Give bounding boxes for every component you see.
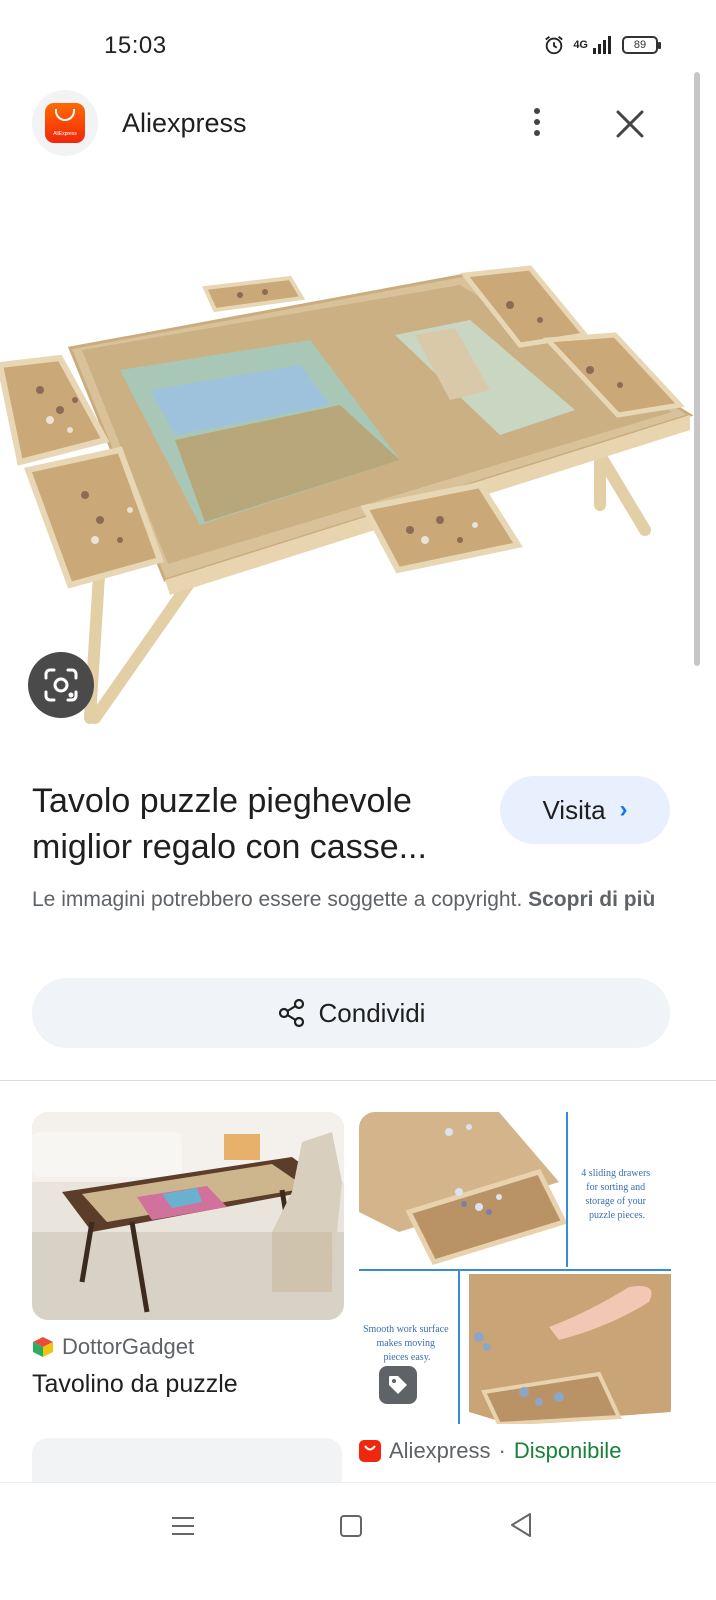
lens-button[interactable] bbox=[28, 652, 94, 718]
visit-label: Visita bbox=[542, 794, 606, 825]
share-icon bbox=[278, 998, 304, 1028]
close-button[interactable] bbox=[610, 104, 650, 144]
result-source: Aliexpress · Disponibile bbox=[359, 1438, 671, 1464]
status-icons: 4G 89 bbox=[543, 34, 661, 56]
alarm-icon bbox=[545, 36, 564, 55]
battery-icon: 89 bbox=[622, 36, 661, 54]
share-label: Condividi bbox=[318, 997, 426, 1028]
visit-button[interactable]: Visita › bbox=[500, 776, 670, 844]
menu-icon[interactable] bbox=[170, 1513, 196, 1539]
lens-icon bbox=[44, 668, 78, 702]
result-image[interactable] bbox=[32, 1112, 344, 1320]
product-image[interactable] bbox=[0, 240, 696, 730]
source-separator: · bbox=[498, 1438, 506, 1463]
status-bar: 15:03 4G 89 bbox=[0, 0, 716, 90]
dottorgadget-favicon bbox=[33, 1337, 53, 1357]
aliexpress-favicon bbox=[359, 1440, 381, 1462]
aliexpress-logo-icon: AliExpress bbox=[45, 103, 85, 143]
result-image[interactable]: 4 sliding drawers for sorting and storag… bbox=[359, 1112, 671, 1424]
result-source: DottorGadget bbox=[32, 1334, 344, 1360]
availability-status: Disponibile bbox=[513, 1438, 622, 1463]
product-tag-icon bbox=[379, 1366, 417, 1404]
network-type: 4G bbox=[573, 39, 588, 51]
result-source-name: DottorGadget bbox=[62, 1334, 195, 1359]
result-card[interactable]: DottorGadget Tavolino da puzzle bbox=[32, 1112, 344, 1399]
learn-more-link[interactable]: Scopri di più bbox=[528, 888, 655, 911]
result-card[interactable]: 4 sliding drawers for sorting and storag… bbox=[359, 1112, 671, 1464]
product-title: Tavolo puzzle pieghevole miglior regalo … bbox=[32, 782, 427, 866]
source-header: AliExpress Aliexpress bbox=[0, 88, 716, 158]
more-options-button[interactable] bbox=[520, 102, 554, 142]
status-time: 15:03 bbox=[104, 32, 167, 59]
result-source-name: Aliexpress bbox=[389, 1438, 491, 1463]
home-icon[interactable] bbox=[340, 1515, 362, 1537]
logo-text: AliExpress bbox=[53, 131, 77, 137]
signal-icon bbox=[593, 36, 611, 54]
aliexpress-logo[interactable]: AliExpress bbox=[32, 90, 98, 156]
chevron-right-icon: › bbox=[619, 796, 628, 823]
more-vert-icon bbox=[534, 108, 540, 114]
source-title[interactable]: Aliexpress bbox=[122, 108, 247, 139]
divider bbox=[0, 1080, 716, 1081]
share-button[interactable]: Condividi bbox=[32, 978, 670, 1048]
system-nav-bar bbox=[0, 1482, 716, 1600]
copyright-notice: Le immagini potrebbero essere soggette a… bbox=[32, 884, 672, 916]
result-title[interactable]: Tavolino da puzzle bbox=[32, 1370, 344, 1399]
back-icon[interactable] bbox=[508, 1511, 534, 1539]
copyright-text: Le immagini potrebbero essere soggette a… bbox=[32, 888, 523, 911]
